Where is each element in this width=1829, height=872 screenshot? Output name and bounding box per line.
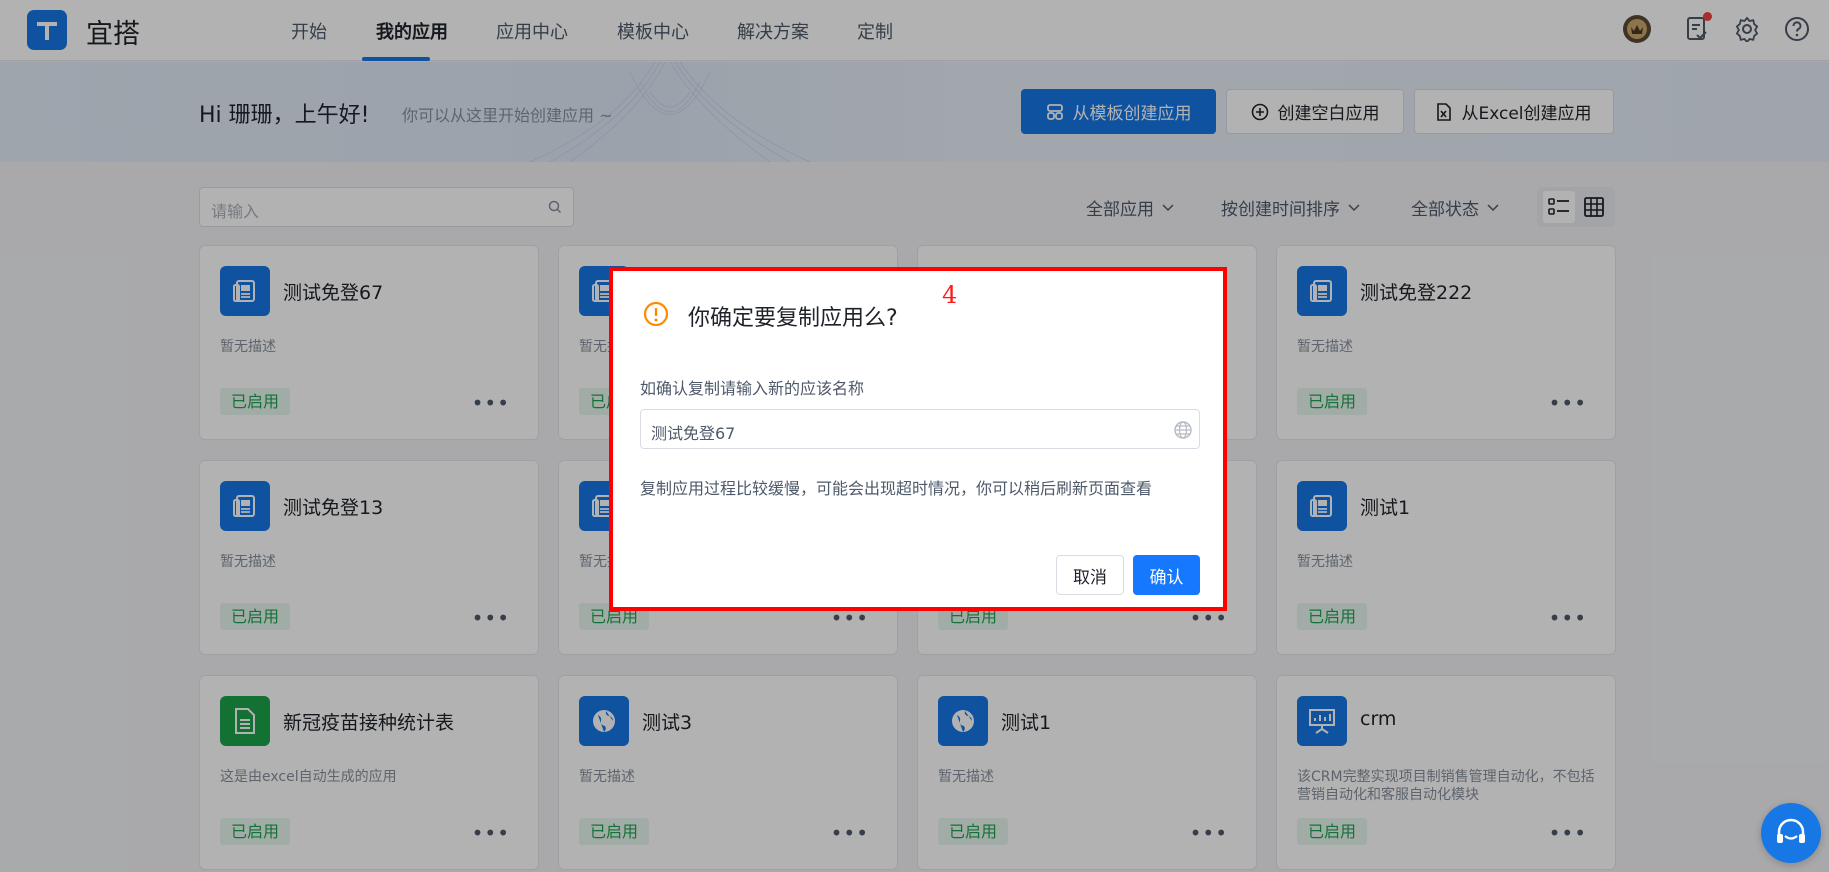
customer-service-button[interactable] xyxy=(1761,803,1821,863)
copy-app-dialog: 你确定要复制应用么? 4 如确认复制请输入新的应该名称 测试免登67 复制应用过… xyxy=(609,267,1227,611)
new-app-name-input[interactable]: 测试免登67 xyxy=(640,409,1200,449)
new-name-label: 如确认复制请输入新的应该名称 xyxy=(640,379,865,398)
warning-icon xyxy=(643,301,669,327)
headset-icon xyxy=(1777,818,1805,843)
new-app-name-value: 测试免登67 xyxy=(651,424,736,443)
confirm-button[interactable]: 确认 xyxy=(1133,555,1200,595)
cancel-button[interactable]: 取消 xyxy=(1056,555,1124,595)
dialog-title: 你确定要复制应用么? xyxy=(688,306,898,331)
copy-hint: 复制应用过程比较缓慢，可能会出现超时情况，你可以稍后刷新页面查看 xyxy=(640,479,1153,498)
language-globe-icon[interactable] xyxy=(1173,420,1193,440)
step-annotation: 4 xyxy=(942,281,958,309)
